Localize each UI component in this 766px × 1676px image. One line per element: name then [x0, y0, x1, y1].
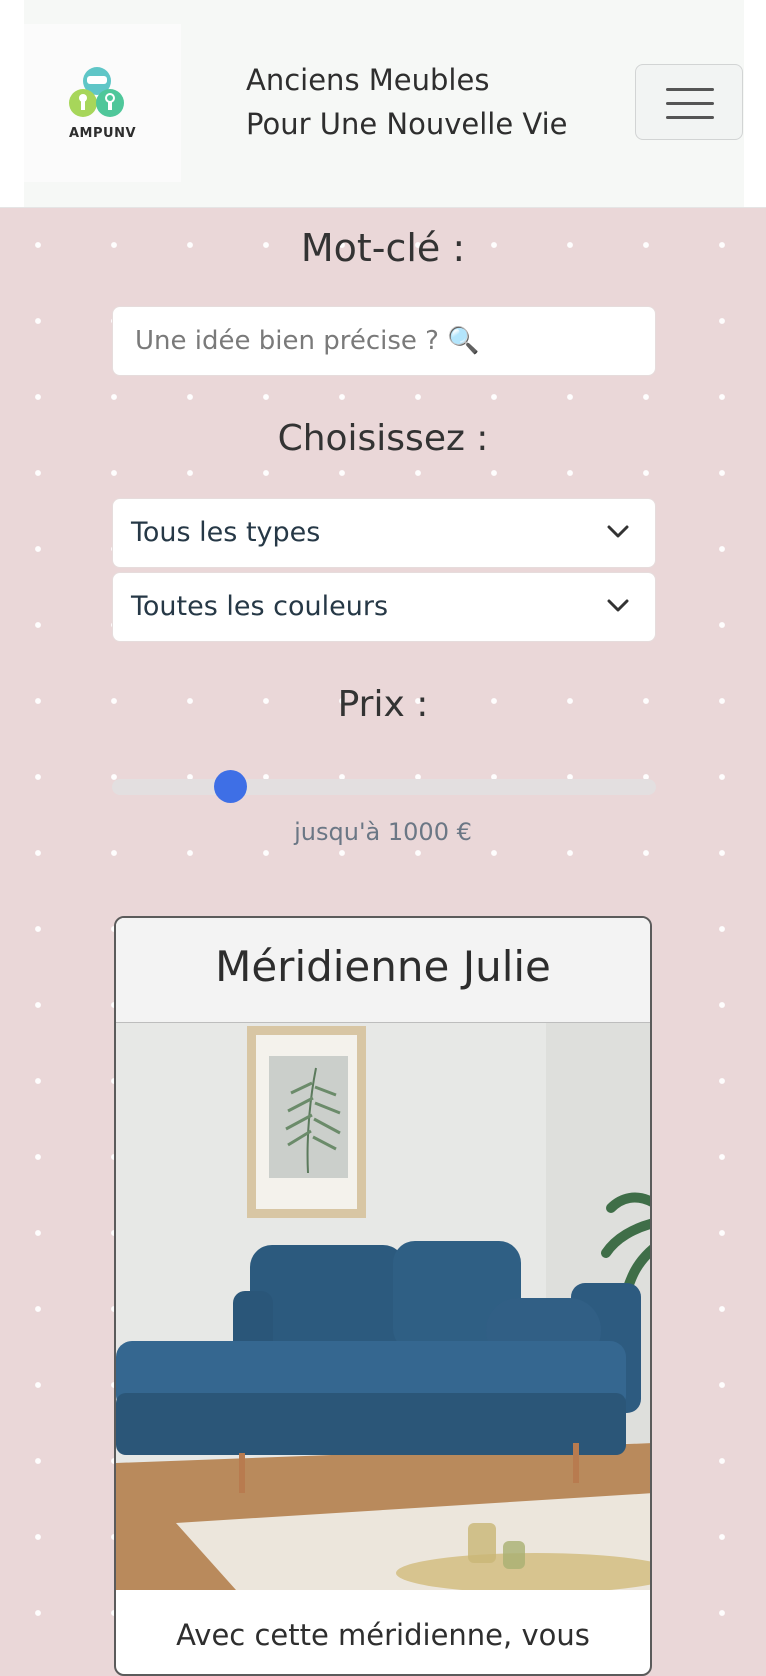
- price-label: Prix :: [337, 684, 429, 725]
- color-select-value: Toutes les couleurs: [131, 591, 389, 622]
- tagline-line-1: Anciens Meubles: [246, 63, 490, 97]
- search-field[interactable]: [112, 306, 656, 376]
- logo-icon: [69, 67, 124, 117]
- search-input[interactable]: [113, 307, 655, 375]
- product-image[interactable]: [116, 1023, 652, 1590]
- hamburger-menu-icon-bar: [666, 116, 714, 119]
- site-header: AMPUNV Anciens Meubles Pour Une Nouvelle…: [0, 0, 766, 208]
- product-title: Méridienne Julie: [215, 942, 551, 991]
- logo[interactable]: AMPUNV: [24, 24, 181, 182]
- price-value: jusqu'à 1000 €: [294, 818, 472, 846]
- hamburger-menu-icon-bar: [666, 102, 714, 105]
- price-slider-thumb[interactable]: [214, 770, 248, 803]
- choose-label: Choisissez :: [277, 418, 489, 459]
- site-tagline: Anciens Meubles Pour Une Nouvelle Vie: [246, 58, 626, 146]
- menu-toggle-button[interactable]: [635, 64, 743, 140]
- product-card-header: Méridienne Julie: [116, 918, 650, 1023]
- type-select-value: Tous les types: [131, 517, 321, 548]
- product-description: Avec cette méridienne, vous: [176, 1618, 590, 1652]
- tagline-line-2: Pour Une Nouvelle Vie: [246, 107, 568, 141]
- chevron-down-icon: [607, 525, 629, 538]
- logo-text: AMPUNV: [68, 126, 137, 141]
- hamburger-menu-icon: [666, 88, 714, 91]
- keyword-label: Mot-clé :: [300, 226, 466, 270]
- type-select[interactable]: Tous les types: [112, 498, 656, 568]
- chevron-down-icon: [607, 599, 629, 612]
- color-select[interactable]: Toutes les couleurs: [112, 572, 656, 642]
- header-bar: AMPUNV Anciens Meubles Pour Une Nouvelle…: [24, 0, 744, 207]
- price-slider-track[interactable]: [112, 779, 656, 795]
- product-card[interactable]: Méridienne Julie: [114, 916, 652, 1676]
